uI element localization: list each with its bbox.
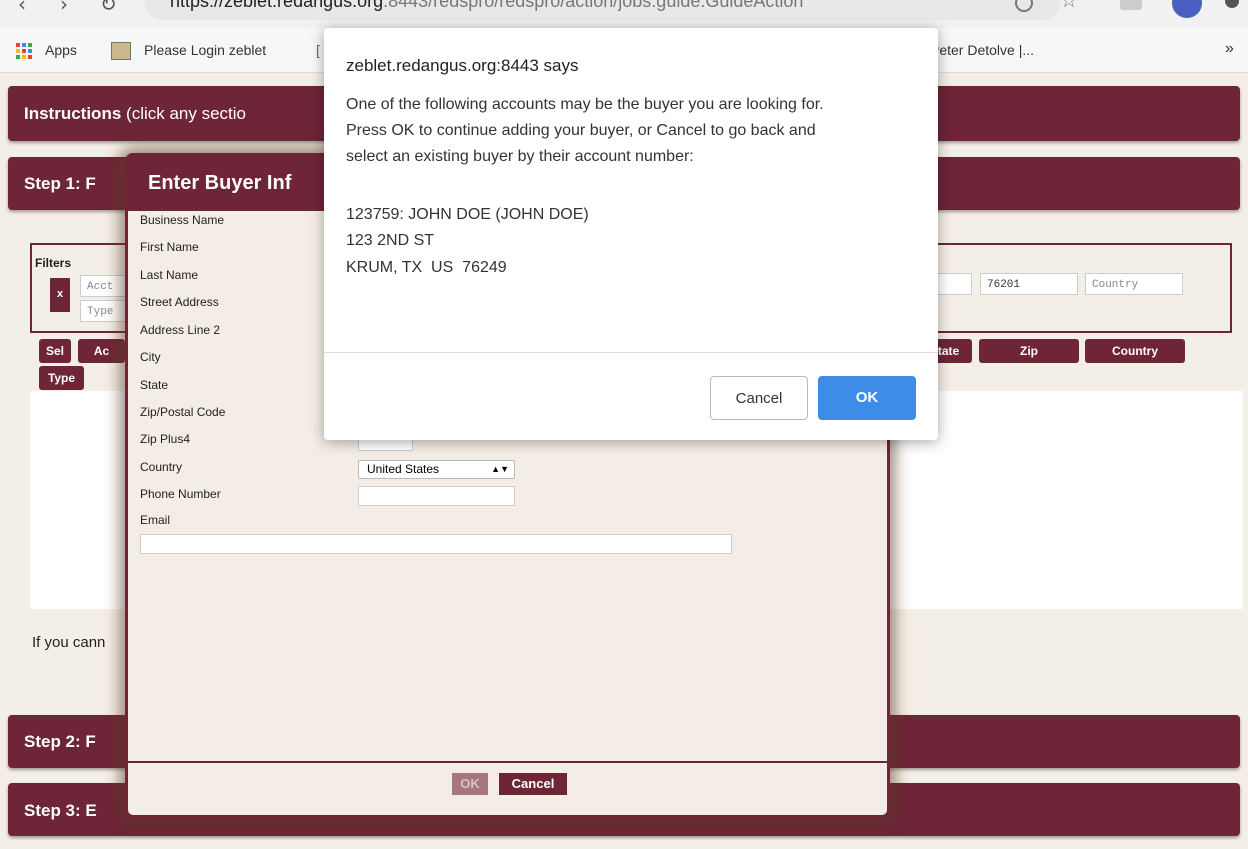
label-first-name: First Name bbox=[140, 240, 199, 254]
phone-input[interactable] bbox=[358, 486, 515, 506]
step3-title: Step 3: E bbox=[24, 801, 97, 820]
address-bar-text: https://zeblet.redangus.org:8443/redspro… bbox=[170, 0, 804, 11]
bookmark-peter-detolve[interactable]: Peter Detolve |... bbox=[930, 42, 1034, 58]
dialog-message-line1: One of the following accounts may be the… bbox=[346, 96, 824, 113]
dialog-ok-button[interactable]: OK bbox=[818, 376, 916, 420]
column-account-button[interactable]: Ac bbox=[78, 339, 125, 363]
bookmark-apps[interactable]: Apps bbox=[45, 42, 77, 58]
step2-title: Step 2: F bbox=[24, 732, 96, 751]
buyer-ok-button[interactable]: OK bbox=[452, 773, 488, 795]
label-zip-plus4: Zip Plus4 bbox=[140, 432, 191, 446]
label-business-name: Business Name bbox=[140, 213, 225, 227]
instructions-title: Instructions bbox=[24, 104, 122, 123]
dialog-origin: zeblet.redangus.org:8443 says bbox=[346, 56, 579, 75]
apps-grid-icon[interactable] bbox=[16, 43, 32, 59]
instructions-hint: (click any sectio bbox=[126, 104, 247, 123]
confirm-dialog: zeblet.redangus.org:8443 says One of the… bbox=[324, 28, 938, 440]
label-zip: Zip/Postal Code bbox=[140, 405, 226, 419]
column-zip-button[interactable]: Zip bbox=[979, 339, 1079, 363]
step1-title: Step 1: F bbox=[24, 174, 96, 193]
bookmarks-overflow-icon[interactable]: » bbox=[1225, 40, 1234, 58]
dialog-divider bbox=[324, 352, 938, 353]
menu-icon[interactable] bbox=[1225, 0, 1239, 8]
label-email: Email bbox=[140, 513, 171, 527]
select-arrows-icon: ▲▼ bbox=[491, 464, 509, 474]
label-country: Country bbox=[140, 460, 183, 474]
help-text: If you cann bbox=[32, 634, 106, 651]
label-state: State bbox=[140, 378, 169, 392]
email-input[interactable] bbox=[140, 534, 732, 554]
dialog-account-line2: 123 2ND ST bbox=[346, 232, 435, 249]
buyer-cancel-button[interactable]: Cancel bbox=[499, 773, 567, 795]
dialog-account-line3: KRUM, TX US 76249 bbox=[346, 259, 507, 276]
column-country-button[interactable]: Country bbox=[1085, 339, 1185, 363]
back-icon[interactable]: ‹ bbox=[18, 0, 26, 16]
buyer-modal-title: Enter Buyer Inf bbox=[148, 172, 292, 194]
profile-avatar[interactable] bbox=[1172, 0, 1202, 18]
dialog-message-line3: select an existing buyer by their accoun… bbox=[346, 148, 694, 165]
dialog-cancel-button[interactable]: Cancel bbox=[710, 376, 808, 420]
star-icon[interactable]: ☆ bbox=[1060, 0, 1078, 13]
country-select-value: United States bbox=[367, 462, 440, 476]
label-city: City bbox=[140, 350, 161, 364]
label-address-line2: Address Line 2 bbox=[140, 323, 221, 337]
filters-label: Filters bbox=[35, 256, 72, 270]
dialog-account-line1: 123759: JOHN DOE (JOHN DOE) bbox=[346, 206, 589, 223]
country-select[interactable]: United States ▲▼ bbox=[358, 460, 515, 479]
bookmark-please-login[interactable]: Please Login zeblet bbox=[144, 42, 266, 58]
filter-type-input[interactable]: Type bbox=[80, 300, 130, 322]
clear-filters-button[interactable]: x bbox=[50, 278, 70, 312]
buyer-modal-divider bbox=[128, 761, 887, 763]
browser-toolbar: ‹ › ↻ https://zeblet.redangus.org:8443/r… bbox=[0, 0, 1248, 28]
label-street-address: Street Address bbox=[140, 295, 219, 309]
bookmark-favicon bbox=[111, 42, 131, 60]
reload-icon[interactable]: ↻ bbox=[100, 0, 117, 16]
column-type-button[interactable]: Type bbox=[39, 366, 84, 390]
bookmark-folder-icon[interactable]: [ bbox=[316, 42, 320, 58]
filter-country-input[interactable]: Country bbox=[1085, 273, 1183, 295]
forward-icon[interactable]: › bbox=[60, 0, 68, 16]
dialog-message-line2: Press OK to continue adding your buyer, … bbox=[346, 122, 816, 139]
label-phone: Phone Number bbox=[140, 487, 221, 501]
filter-account-input[interactable]: Acct bbox=[80, 275, 130, 297]
column-sel-button[interactable]: Sel bbox=[39, 339, 71, 363]
filter-zip-input[interactable]: 76201 bbox=[980, 273, 1078, 295]
label-last-name: Last Name bbox=[140, 268, 199, 282]
extension-icon[interactable] bbox=[1120, 0, 1142, 10]
